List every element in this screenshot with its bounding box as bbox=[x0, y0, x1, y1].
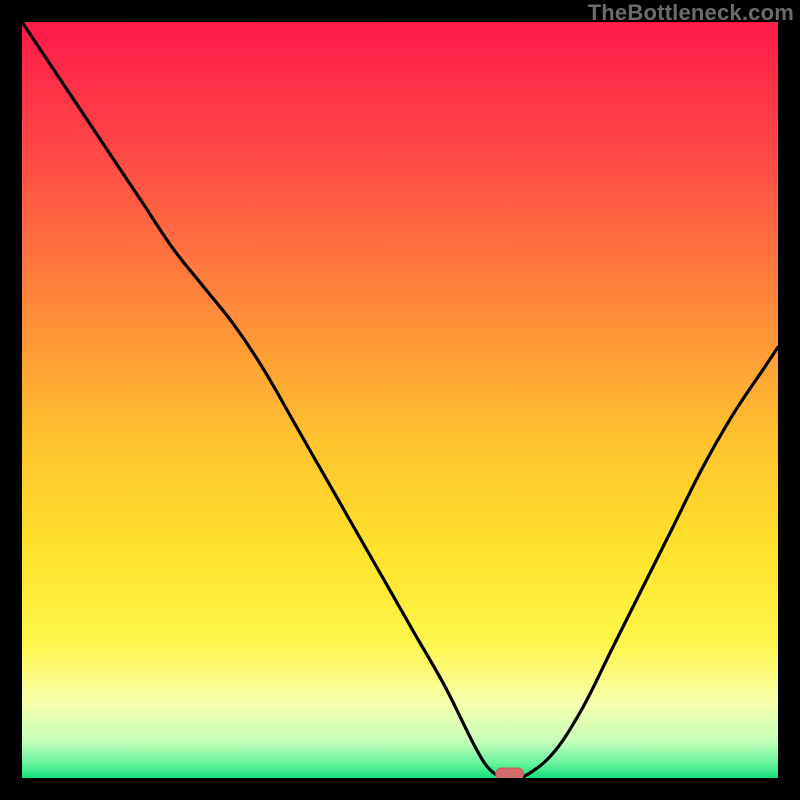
chart-svg bbox=[22, 22, 778, 778]
watermark-text: TheBottleneck.com bbox=[588, 0, 794, 26]
plot-area bbox=[22, 22, 778, 778]
gradient-background bbox=[22, 22, 778, 778]
chart-frame: TheBottleneck.com bbox=[0, 0, 800, 800]
optimal-point-marker bbox=[496, 768, 524, 778]
